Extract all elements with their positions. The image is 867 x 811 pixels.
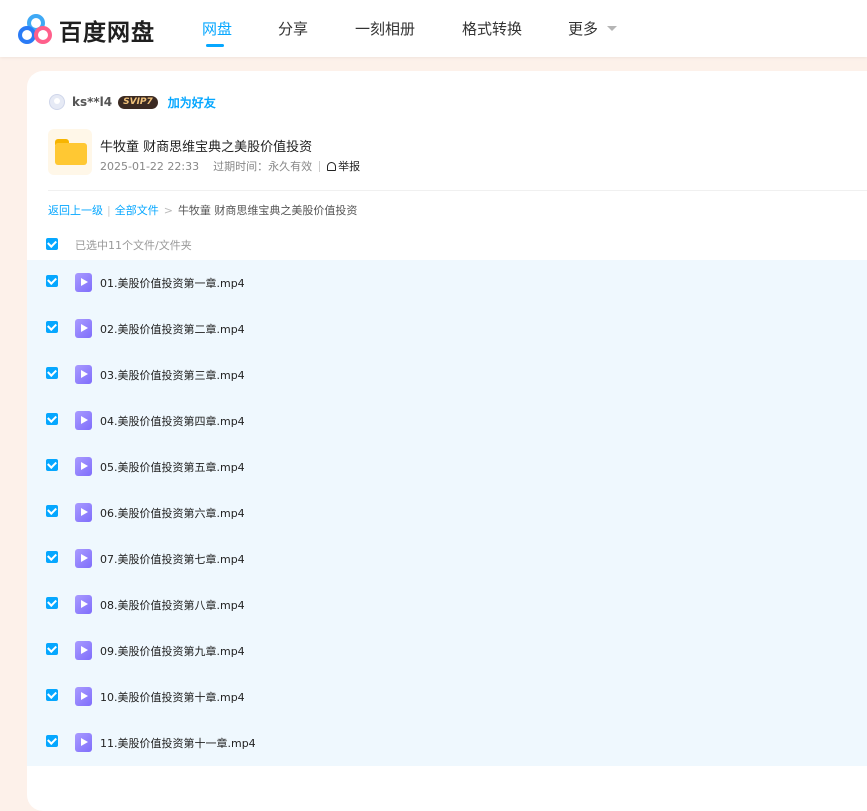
file-name[interactable]: 01.美股价值投资第一章.mp4 <box>100 275 245 291</box>
chevron-down-icon[interactable] <box>607 26 617 31</box>
share-meta: 2025-01-22 22:33 过期时间：永久有效 举报 <box>100 158 360 174</box>
file-checkbox[interactable] <box>46 321 58 333</box>
nav-format-convert[interactable]: 格式转换 <box>462 18 522 39</box>
video-file-icon <box>75 503 92 522</box>
video-file-icon <box>75 273 92 292</box>
back-link[interactable]: 返回上一级 <box>48 202 103 218</box>
list-item[interactable]: 03.美股价值投资第三章.mp4 <box>27 352 867 398</box>
video-file-icon <box>75 687 92 706</box>
divider <box>319 160 321 172</box>
list-item[interactable]: 09.美股价值投资第九章.mp4 <box>27 628 867 674</box>
file-name[interactable]: 09.美股价值投资第九章.mp4 <box>100 643 245 659</box>
file-checkbox[interactable] <box>46 689 58 701</box>
list-item[interactable]: 07.美股价值投资第七章.mp4 <box>27 536 867 582</box>
video-file-icon <box>75 457 92 476</box>
file-name[interactable]: 07.美股价值投资第七章.mp4 <box>100 551 245 567</box>
file-name[interactable]: 05.美股价值投资第五章.mp4 <box>100 459 245 475</box>
file-checkbox[interactable] <box>46 459 58 471</box>
top-bar: 百度网盘 网盘 分享 一刻相册 格式转换 更多 <box>0 0 867 57</box>
vip-badge: SVIP7 <box>118 95 158 109</box>
file-name[interactable]: 06.美股价值投资第六章.mp4 <box>100 505 245 521</box>
selection-count: 已选中11个文件/文件夹 <box>75 239 192 252</box>
avatar[interactable] <box>49 94 65 110</box>
active-tab-indicator <box>206 44 224 47</box>
file-checkbox[interactable] <box>46 505 58 517</box>
share-title: 牛牧童 财商思维宝典之美股价值投资 <box>100 140 313 155</box>
video-file-icon <box>75 641 92 660</box>
file-name[interactable]: 03.美股价值投资第三章.mp4 <box>100 367 245 383</box>
file-list: 01.美股价值投资第一章.mp4 02.美股价值投资第二章.mp4 03.美股价… <box>27 260 867 766</box>
sharer-username: ks**l4 <box>72 95 113 109</box>
nav-netdisk[interactable]: 网盘 <box>202 18 232 39</box>
file-checkbox[interactable] <box>46 551 58 563</box>
file-checkbox[interactable] <box>46 275 58 287</box>
video-file-icon <box>75 733 92 752</box>
list-item[interactable]: 10.美股价值投资第十章.mp4 <box>27 674 867 720</box>
list-item[interactable]: 01.美股价值投资第一章.mp4 <box>27 260 867 306</box>
file-checkbox[interactable] <box>46 597 58 609</box>
section-divider <box>48 190 867 191</box>
list-item[interactable]: 08.美股价值投资第八章.mp4 <box>27 582 867 628</box>
file-checkbox[interactable] <box>46 643 58 655</box>
folder-thumbnail <box>48 129 92 175</box>
file-checkbox[interactable] <box>46 413 58 425</box>
list-item[interactable]: 11.美股价值投资第十一章.mp4 <box>27 720 867 766</box>
nav-more[interactable]: 更多 <box>568 18 598 39</box>
select-all-checkbox[interactable] <box>46 238 58 250</box>
list-item[interactable]: 02.美股价值投资第二章.mp4 <box>27 306 867 352</box>
file-checkbox[interactable] <box>46 367 58 379</box>
folder-icon <box>55 139 87 165</box>
list-item[interactable]: 06.美股价值投资第六章.mp4 <box>27 490 867 536</box>
share-date: 2025-01-22 22:33 <box>100 159 200 173</box>
file-name[interactable]: 02.美股价值投资第二章.mp4 <box>100 321 245 337</box>
video-file-icon <box>75 365 92 384</box>
sharer-info: ks**l4 SVIP7 加为好友 <box>49 93 216 111</box>
report-button[interactable]: 举报 <box>327 158 360 174</box>
add-friend-link[interactable]: 加为好友 <box>168 94 216 111</box>
chevron-right-icon: > <box>163 203 173 217</box>
share-expiry: 过期时间：永久有效 <box>213 160 313 173</box>
alarm-icon <box>327 161 337 171</box>
baidu-netdisk-logo-icon <box>17 14 53 46</box>
list-item[interactable]: 04.美股价值投资第四章.mp4 <box>27 398 867 444</box>
file-name[interactable]: 10.美股价值投资第十章.mp4 <box>100 689 245 705</box>
video-file-icon <box>75 549 92 568</box>
all-files-link[interactable]: 全部文件 <box>115 202 159 218</box>
video-file-icon <box>75 411 92 430</box>
nav-share[interactable]: 分享 <box>278 18 308 39</box>
video-file-icon <box>75 319 92 338</box>
video-file-icon <box>75 595 92 614</box>
file-name[interactable]: 08.美股价值投资第八章.mp4 <box>100 597 245 613</box>
file-name[interactable]: 11.美股价值投资第十一章.mp4 <box>100 735 256 751</box>
nav-moment-album[interactable]: 一刻相册 <box>355 18 415 39</box>
report-label: 举报 <box>338 160 361 173</box>
list-item[interactable]: 05.美股价值投资第五章.mp4 <box>27 444 867 490</box>
file-name[interactable]: 04.美股价值投资第四章.mp4 <box>100 413 245 429</box>
logo[interactable]: 百度网盘 <box>17 13 155 47</box>
logo-text: 百度网盘 <box>59 20 155 46</box>
breadcrumb: 返回上一级 | 全部文件 > 牛牧童 财商思维宝典之美股价值投资 <box>48 202 358 218</box>
breadcrumb-current: 牛牧童 财商思维宝典之美股价值投资 <box>177 204 358 217</box>
file-checkbox[interactable] <box>46 735 58 747</box>
